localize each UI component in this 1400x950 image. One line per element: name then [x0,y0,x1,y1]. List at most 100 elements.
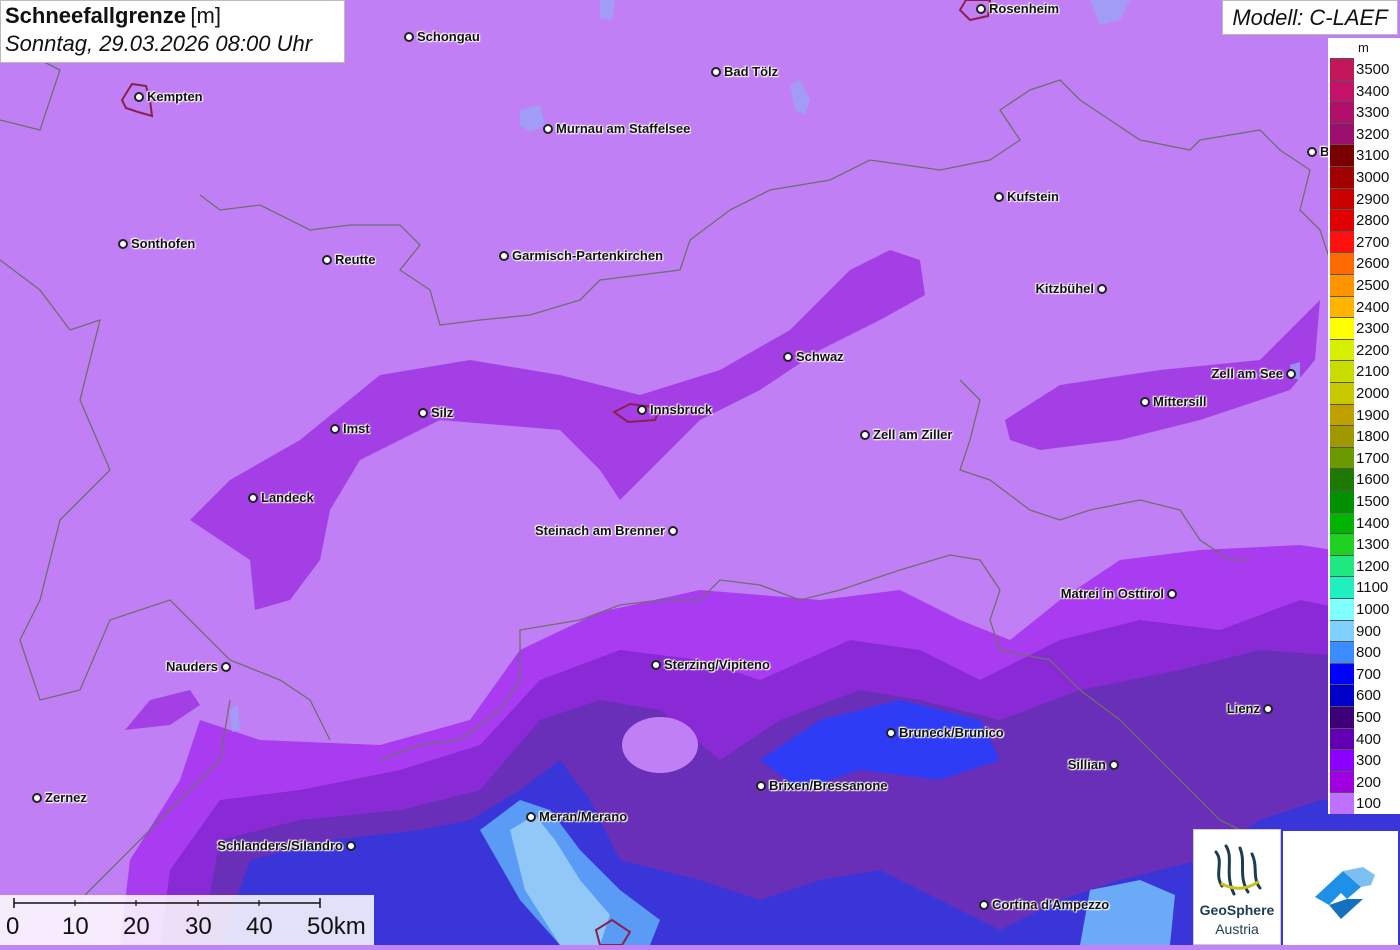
legend-label: 500 [1356,709,1382,726]
legend-entry: 400 [1330,727,1400,750]
city-marker[interactable]: Silz [418,405,453,420]
city-marker[interactable]: Imst [330,421,370,436]
city-marker[interactable]: Kufstein [994,189,1059,204]
legend-swatch [1330,468,1354,490]
city-dot-icon [322,255,332,265]
city-label: Sillian [1067,757,1106,772]
city-marker[interactable]: Landeck [248,490,314,505]
legend-label: 2800 [1356,212,1390,230]
legend-swatch [1330,101,1354,123]
city-label: Mittersill [1153,394,1207,409]
city-dot-icon [756,781,766,791]
city-marker[interactable]: Zell am See [1211,366,1296,381]
city-marker[interactable]: Matrei in Osttirol [1061,586,1177,601]
legend-swatch [1330,187,1354,210]
city-marker[interactable]: Bad Tölz [711,64,778,79]
legend-swatch [1330,533,1354,555]
legend-swatch [1330,382,1354,404]
legend-label: 1300 [1356,536,1390,554]
city-marker[interactable]: Steinach am Brenner [535,523,678,538]
city-marker[interactable]: Kempten [134,89,203,104]
city-marker[interactable]: Zell am Ziller [860,427,952,442]
legend-swatch [1330,403,1354,426]
city-dot-icon [1097,284,1107,294]
legend-label: 300 [1356,752,1382,770]
legend-entry: 2800 [1330,209,1400,231]
city-marker[interactable]: Nauders [166,659,231,674]
legend-swatch [1330,58,1354,80]
legend-label: 900 [1356,622,1382,640]
title-box: Schneefallgrenze [m] Sonntag, 29.03.2026… [0,0,345,63]
city-marker[interactable]: Cortina d'Ampezzo [979,897,1109,912]
scale-label-30: 30 [185,913,212,940]
city-marker[interactable]: Garmisch-Partenkirchen [499,248,663,263]
legend-swatch [1330,641,1354,663]
city-marker[interactable]: Sterzing/Vipiteno [651,657,770,672]
city-dot-icon [418,408,428,418]
legend-swatch [1330,360,1354,382]
legend-entry: 2500 [1330,274,1400,296]
legend-entry: 3300 [1330,101,1400,123]
city-marker[interactable]: Bruneck/Brunico [886,725,1004,740]
legend-swatch [1330,727,1354,750]
legend-swatch [1330,511,1354,534]
city-marker[interactable]: Innsbruck [637,402,712,417]
legend-entry: 1300 [1330,533,1400,555]
city-marker[interactable]: Brixen/Bressanone [756,778,888,793]
legend-swatch [1330,425,1354,447]
city-marker[interactable]: Zernez [32,790,87,805]
city-label: Meran/Merano [539,809,628,824]
city-dot-icon [651,660,661,670]
scale-label-0: 0 [6,913,20,940]
city-marker[interactable]: Schlanders/Silandro [217,838,356,853]
legend-entry: 2700 [1330,230,1400,253]
city-marker[interactable]: Schwaz [783,349,844,364]
legend-swatch [1330,792,1354,814]
legend-swatch [1330,144,1354,166]
city-dot-icon [543,124,553,134]
city-label: Garmisch-Partenkirchen [512,248,664,263]
color-legend: m 3500 3400 3300 3200 3100 3000 2900 2800 2700 26… [1328,38,1400,814]
city-marker[interactable]: Murnau am Staffelsee [543,121,690,136]
city-dot-icon [1286,369,1296,379]
city-dot-icon [1167,589,1177,599]
map-title-unit: [m] [190,3,221,28]
legend-label: 800 [1356,644,1382,662]
legend-swatch [1330,770,1354,793]
city-marker[interactable]: Sillian [1068,757,1119,772]
city-marker[interactable]: Sonthofen [118,236,195,251]
legend-label: 1100 [1356,579,1389,597]
geosphere-logo[interactable]: GeoSphere Austria [1193,829,1281,945]
city-label: Zell am See [1211,366,1283,381]
city-dot-icon [404,32,414,42]
city-marker[interactable]: Schongau [404,29,480,44]
snowline-map[interactable] [0,0,1400,945]
city-dot-icon [886,728,896,738]
city-marker[interactable]: Rosenheim [976,1,1059,16]
weather-app-logo[interactable] [1283,831,1398,945]
legend-label: 2200 [1356,341,1390,359]
scale-label-40: 40 [246,913,273,940]
city-marker[interactable]: Lienz [1227,701,1273,716]
city-marker[interactable]: Berchtesgaden [1307,144,1400,159]
legend-entry: 2400 [1330,295,1400,318]
city-marker[interactable]: Reutte [322,252,375,267]
legend-entry: 2200 [1330,338,1400,361]
city-marker[interactable]: Mittersill [1140,394,1206,409]
legend-label: 200 [1356,773,1382,791]
city-label: Steinach am Brenner [534,523,665,538]
legend-entry: 1400 [1330,511,1400,534]
city-dot-icon [783,352,793,362]
city-label: Schwaz [796,349,844,364]
city-marker[interactable]: Kitzbühel [1036,281,1107,296]
city-label: Nauders [165,659,218,674]
legend-entry: 300 [1330,749,1400,771]
geosphere-emblem-icon [1214,844,1262,896]
legend-entry: 1600 [1330,468,1400,490]
legend-entry: 2900 [1330,187,1400,210]
legend-entry: 2600 [1330,252,1400,274]
city-marker[interactable]: Meran/Merano [526,809,627,824]
legend-swatch [1330,446,1354,469]
city-label: Rosenheim [989,1,1060,16]
city-label: Reutte [335,252,376,267]
